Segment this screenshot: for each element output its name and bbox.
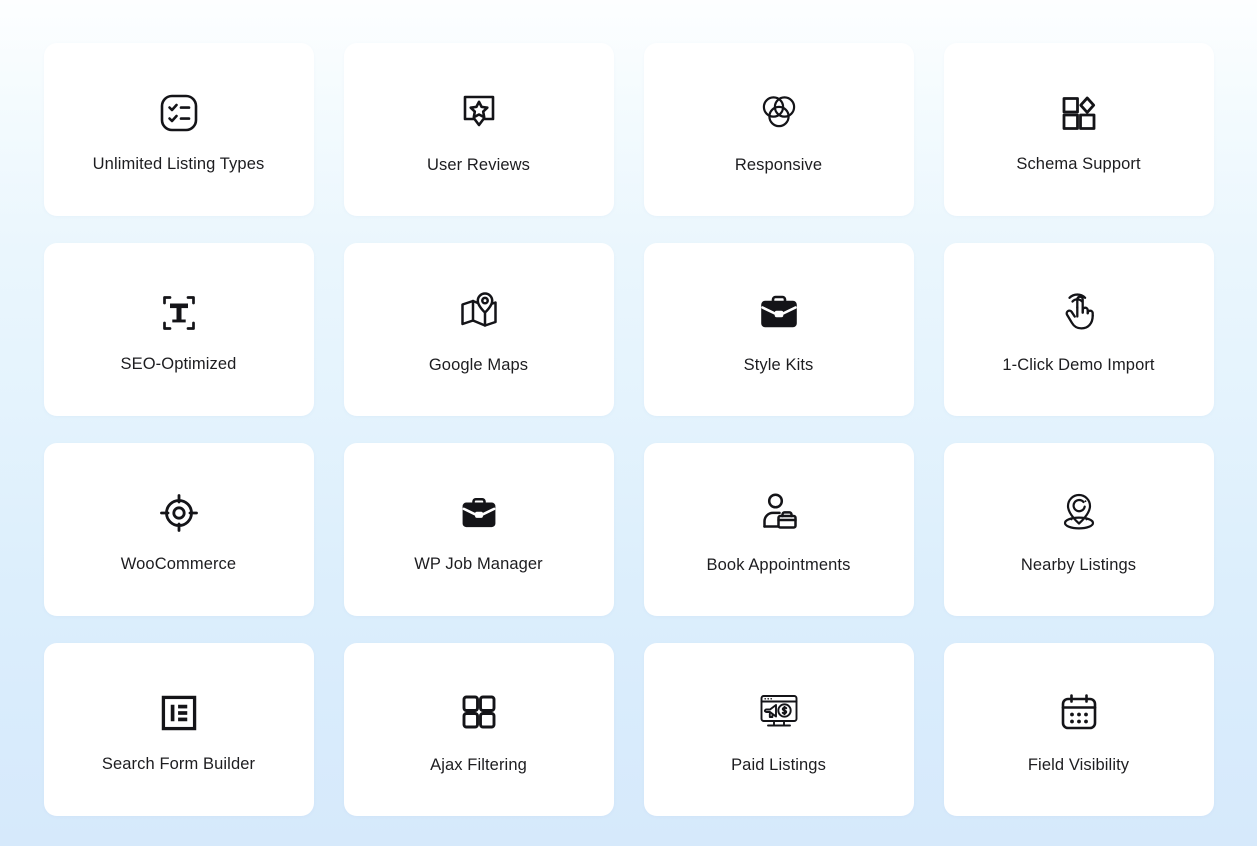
text-frame-t-icon: [155, 285, 203, 341]
star-speech-bubble-icon: [455, 84, 503, 140]
feature-card-ajax-filtering[interactable]: Ajax Filtering: [343, 643, 614, 816]
feature-card-paid-listings[interactable]: Paid Listings: [643, 643, 914, 816]
feature-label: Style Kits: [743, 355, 814, 374]
feature-label: Book Appointments: [706, 555, 851, 574]
feature-label: 1-Click Demo Import: [1002, 355, 1155, 374]
feature-label: Unlimited Listing Types: [92, 154, 265, 173]
calendar-dots-icon: [1055, 684, 1103, 740]
tap-hand-icon: [1055, 284, 1103, 340]
feature-card-unlimited-listing-types[interactable]: Unlimited Listing Types: [43, 43, 314, 216]
feature-label: Search Form Builder: [101, 754, 256, 773]
feature-label: User Reviews: [427, 155, 530, 174]
feature-label: Schema Support: [1016, 154, 1141, 173]
feature-card-field-visibility[interactable]: Field Visibility: [943, 643, 1214, 816]
feature-card-one-click-demo-import[interactable]: 1-Click Demo Import: [943, 243, 1214, 416]
four-squares-grid-icon: [455, 684, 503, 740]
monitor-megaphone-dollar-icon: [755, 684, 803, 740]
feature-card-responsive[interactable]: Responsive: [643, 43, 914, 216]
briefcase-icon: [457, 485, 501, 541]
feature-card-user-reviews[interactable]: User Reviews: [343, 43, 614, 216]
feature-label: Field Visibility: [1027, 755, 1130, 774]
feature-card-google-maps[interactable]: Google Maps: [343, 243, 614, 416]
feature-label: SEO-Optimized: [120, 354, 237, 373]
feature-card-search-form-builder[interactable]: Search Form Builder: [43, 643, 314, 816]
feature-card-woocommerce[interactable]: WooCommerce: [43, 443, 314, 616]
checklist-square-icon: [155, 85, 203, 141]
elementor-logo-icon: [157, 685, 201, 741]
feature-card-style-kits[interactable]: Style Kits: [643, 243, 914, 416]
feature-card-nearby-listings[interactable]: Nearby Listings: [943, 443, 1214, 616]
feature-label: Paid Listings: [731, 755, 826, 774]
venn-three-circles-icon: [755, 84, 803, 140]
feature-label: Nearby Listings: [1020, 555, 1137, 574]
feature-card-seo-optimized[interactable]: SEO-Optimized: [43, 243, 314, 416]
features-grid: Unlimited Listing Types User Reviews Res…: [0, 0, 1257, 846]
feature-card-book-appointments[interactable]: Book Appointments: [643, 443, 914, 616]
squares-diamond-grid-icon: [1055, 85, 1103, 141]
feature-card-schema-support[interactable]: Schema Support: [943, 43, 1214, 216]
feature-label: Responsive: [734, 155, 823, 174]
briefcase-icon: [755, 284, 803, 340]
feature-label: WooCommerce: [120, 554, 237, 573]
feature-card-wp-job-manager[interactable]: WP Job Manager: [343, 443, 614, 616]
feature-label: WP Job Manager: [414, 554, 543, 573]
crosshair-target-icon: [155, 485, 203, 541]
feature-label: Google Maps: [428, 355, 529, 374]
feature-label: Ajax Filtering: [430, 755, 527, 774]
person-briefcase-icon: [755, 484, 803, 540]
folded-map-pin-icon: [455, 284, 503, 340]
map-pin-radius-icon: [1055, 484, 1103, 540]
